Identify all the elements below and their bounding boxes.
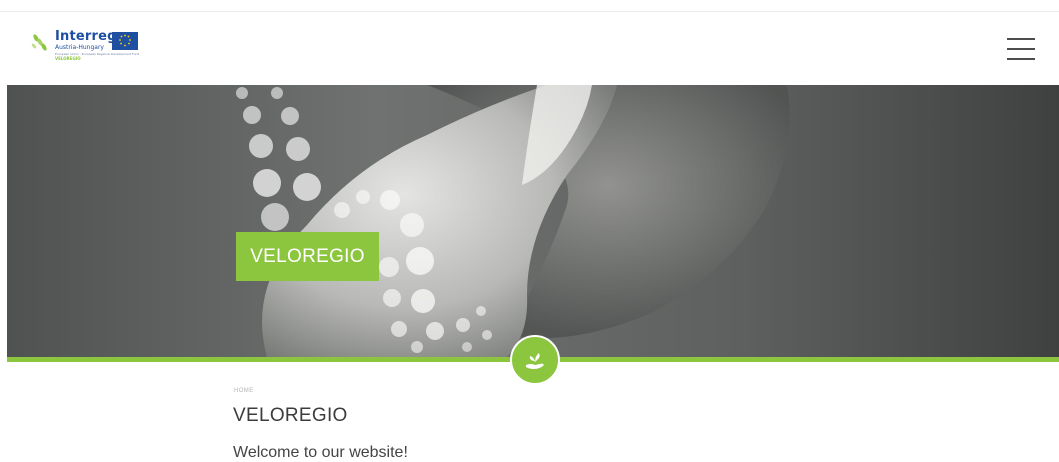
breadcrumb[interactable]: HOME (234, 388, 254, 394)
hand-with-sprout-icon (510, 335, 560, 385)
menu-line (1007, 38, 1035, 40)
page-title: VELOREGIO (233, 405, 348, 426)
hero-banner: VELOREGIO (7, 85, 1059, 357)
logo-region: Austria-Hungary (55, 44, 104, 51)
hamburger-menu-icon[interactable] (1007, 36, 1035, 64)
welcome-text: Welcome to our website! (233, 444, 408, 461)
eu-flag-icon (112, 32, 138, 50)
site-header: Interreg Austria-Hungary European Union … (0, 12, 1059, 85)
logo-brand: Interreg (55, 29, 117, 44)
hero-image (7, 85, 1059, 357)
hero-title-badge: VELOREGIO (236, 232, 379, 281)
interreg-logo[interactable]: Interreg Austria-Hungary European Union … (30, 29, 142, 64)
logo-project: VELOREGIO (55, 56, 81, 61)
menu-line (1007, 48, 1035, 50)
leaves-icon (31, 34, 47, 51)
menu-line (1007, 58, 1035, 60)
